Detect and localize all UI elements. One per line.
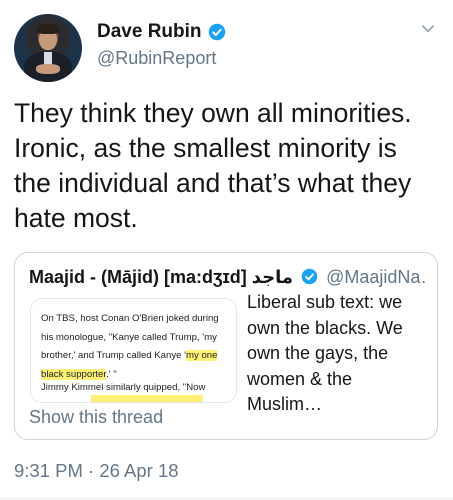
image-text-segment: brother,' and Trump called Kanye ' <box>41 350 186 361</box>
author-display-name[interactable]: Dave Rubin <box>97 21 202 43</box>
chevron-down-icon[interactable] <box>419 20 437 38</box>
quoted-author-name: Maajid - (Mājid) [ma:dʒɪd] ماجد <box>29 267 294 287</box>
author-handle[interactable]: @RubinReport <box>97 48 226 69</box>
image-text-line: On TBS, host Conan O'Brien joked during <box>41 313 219 324</box>
tweet-text: They think they own all minorities. Iron… <box>14 98 412 233</box>
highlighted-text: black supporter <box>41 368 107 380</box>
tweet-header: Dave Rubin @RubinReport <box>14 12 439 82</box>
author-block[interactable]: Dave Rubin @RubinReport <box>97 21 226 69</box>
image-text-line: Jimmy Kimmel similarly quipped, "Now <box>41 382 206 393</box>
avatar-hair <box>37 24 59 34</box>
image-text: On TBS, host Conan O'Brien joked during … <box>41 310 229 384</box>
quoted-tweet-card[interactable]: Maajid - (Mājid) [ma:dʒɪd] ماجد @MaajidN… <box>14 252 438 440</box>
image-text-segment: .' " <box>106 368 117 380</box>
verified-badge-icon <box>301 268 318 285</box>
image-text-line: his monologue, "Kanye called Trump, 'my <box>41 331 217 343</box>
quoted-tweet-image[interactable]: On TBS, host Conan O'Brien joked during … <box>30 298 237 403</box>
tweet-timestamp[interactable]: 9:31 PM · 26 Apr 18 <box>14 460 179 482</box>
avatar[interactable] <box>14 14 82 82</box>
quoted-tweet-text: Liberal sub text: we own the blacks. We … <box>247 292 403 414</box>
image-text-line: brother,' and Trump called Kanye 'my one <box>41 347 229 366</box>
avatar-hands <box>36 64 60 74</box>
divider <box>0 498 453 499</box>
quoted-author-handle: @MaajidNa… <box>326 267 427 287</box>
quoted-tweet-header: Maajid - (Mājid) [ma:dʒɪd] ماجد @MaajidN… <box>29 265 427 289</box>
highlighted-text: my one <box>186 350 218 361</box>
verified-badge-icon <box>208 23 225 41</box>
show-thread-link[interactable]: Show this thread <box>29 407 163 428</box>
highlight-mark <box>91 395 203 402</box>
